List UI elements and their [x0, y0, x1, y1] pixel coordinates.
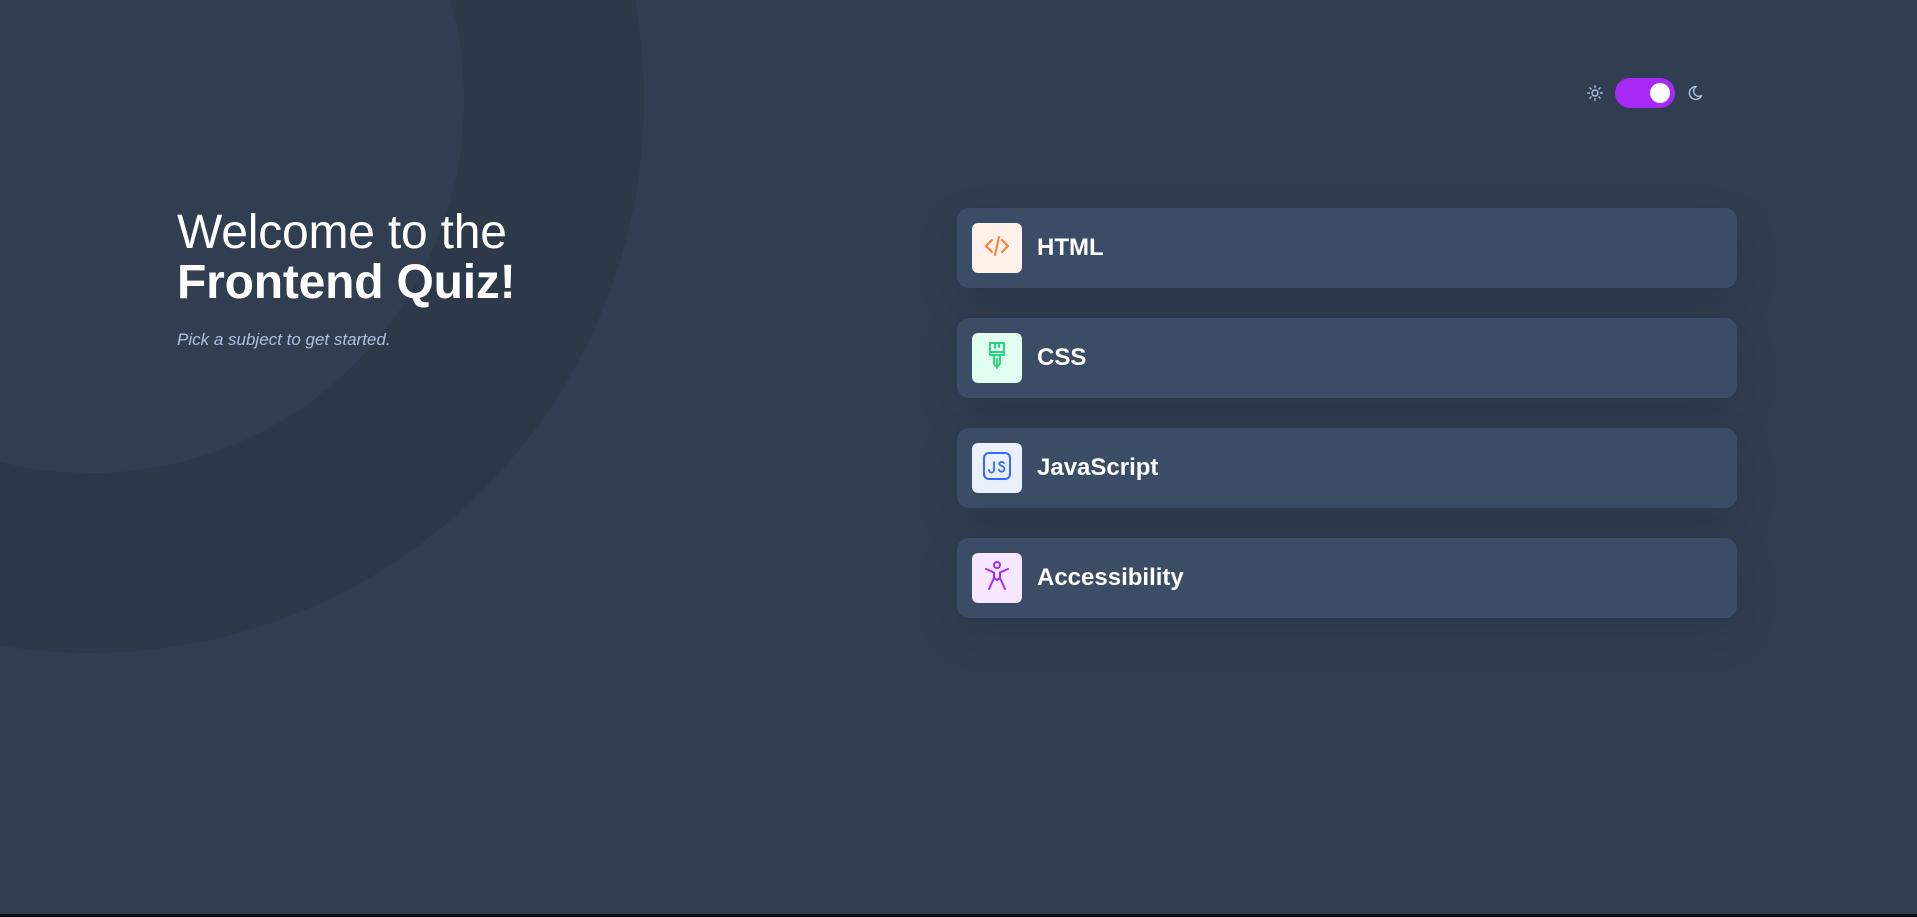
theme-switch-knob — [1650, 83, 1670, 103]
moon-icon — [1687, 85, 1703, 101]
theme-switch[interactable] — [1615, 78, 1675, 108]
title-line-welcome: Welcome to the — [177, 206, 507, 259]
subject-list: HTML CSS JavaScript Accessibility — [957, 208, 1737, 648]
css-icon-box — [972, 333, 1022, 383]
paintbrush-icon — [983, 341, 1011, 376]
code-brackets-icon — [983, 232, 1011, 265]
javascript-icon-box — [972, 443, 1022, 493]
subject-button-css[interactable]: CSS — [957, 318, 1737, 398]
subject-button-html[interactable]: HTML — [957, 208, 1737, 288]
page-title: Welcome to the Frontend Quiz! — [177, 208, 737, 308]
sun-icon — [1587, 85, 1603, 101]
intro-section: Welcome to the Frontend Quiz! Pick a sub… — [177, 208, 737, 350]
subject-label: HTML — [1037, 234, 1104, 261]
js-icon — [982, 451, 1012, 486]
subject-label: JavaScript — [1037, 454, 1159, 481]
subject-label: CSS — [1037, 344, 1087, 371]
subject-button-javascript[interactable]: JavaScript — [957, 428, 1737, 508]
accessibility-icon-box — [972, 553, 1022, 603]
theme-toggle — [1587, 78, 1703, 108]
subject-button-accessibility[interactable]: Accessibility — [957, 538, 1737, 618]
page-subtitle: Pick a subject to get started. — [177, 330, 391, 349]
html-icon-box — [972, 223, 1022, 273]
subject-label: Accessibility — [1037, 564, 1184, 591]
quiz-start-page: Welcome to the Frontend Quiz! Pick a sub… — [0, 0, 1917, 914]
title-line-quiz-name: Frontend Quiz! — [177, 256, 516, 309]
accessibility-person-icon — [982, 560, 1012, 597]
